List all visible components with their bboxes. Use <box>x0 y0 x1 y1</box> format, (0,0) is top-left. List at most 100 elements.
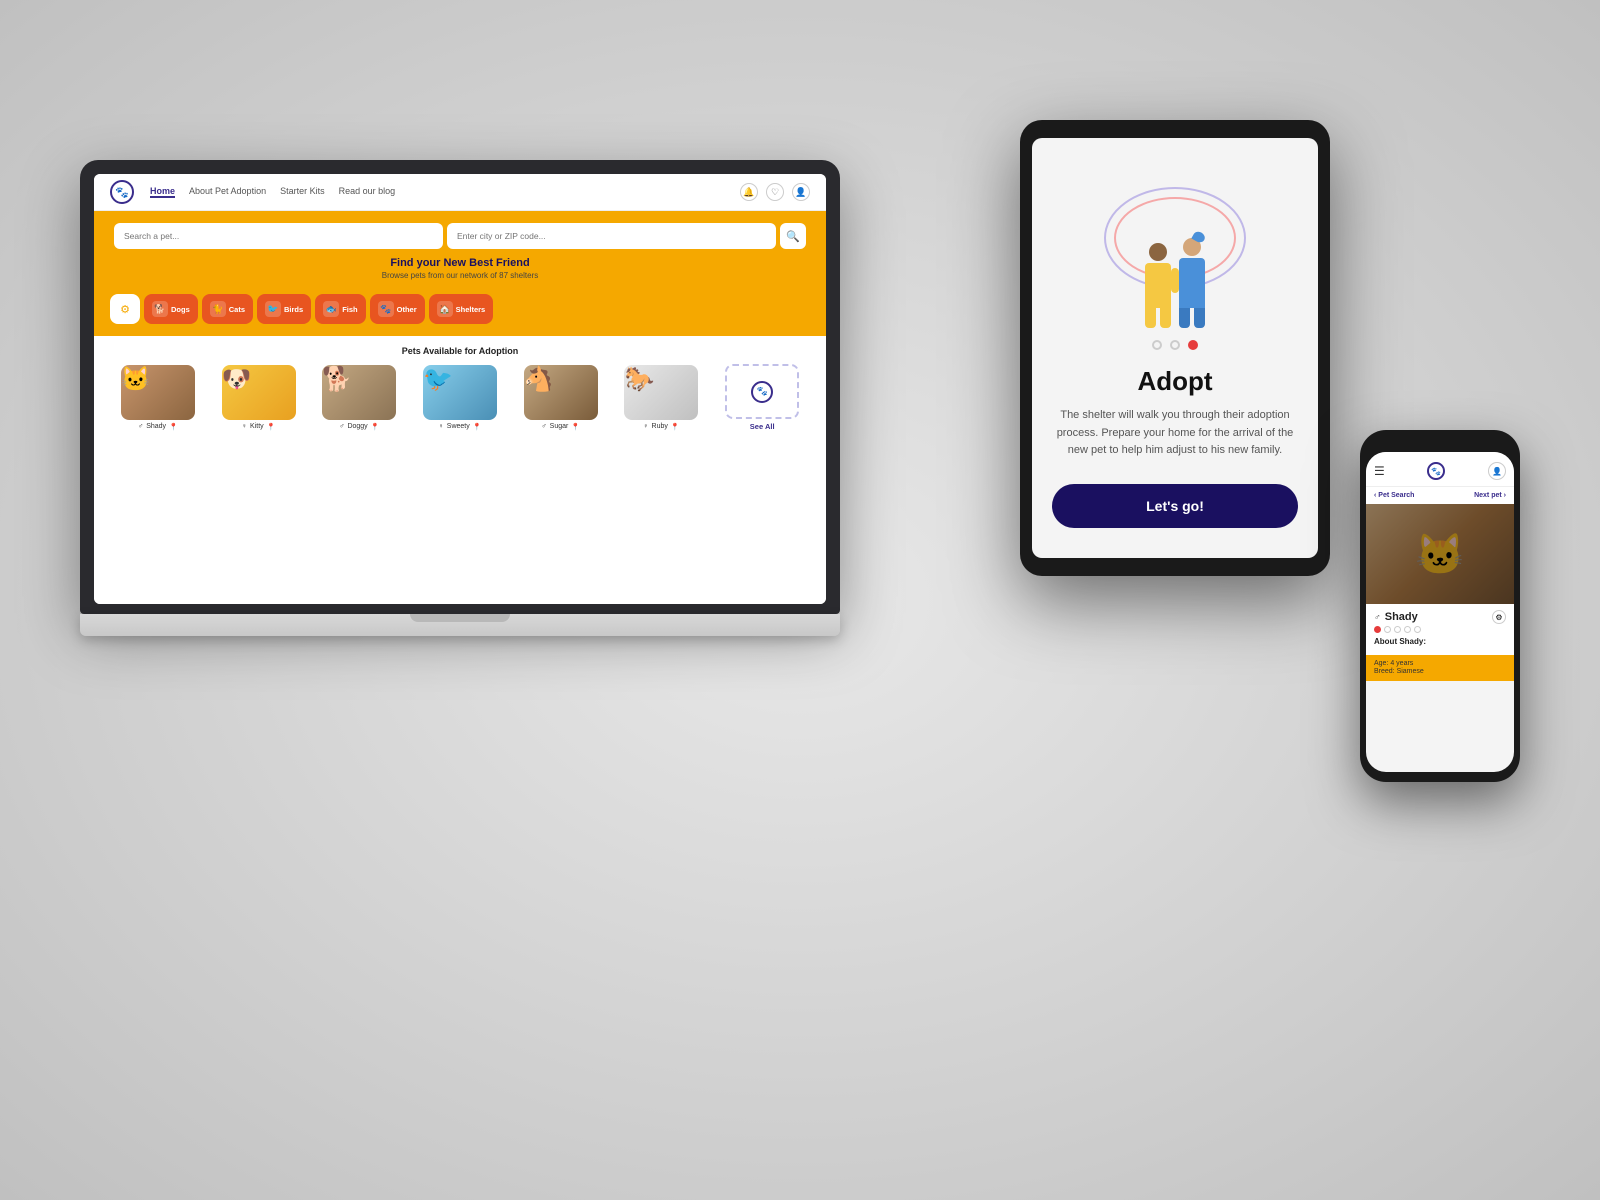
phone-screen: ☰ 🐾 👤 ‹ Pet Search Next pet › 🐱 ♂ Shady <box>1366 452 1514 772</box>
pet-location-ruby: 📍 <box>671 423 680 431</box>
website-ui: 🐾 Home About Pet Adoption Starter Kits R… <box>94 174 826 604</box>
phone-nav-row: ‹ Pet Search Next pet › <box>1366 487 1514 504</box>
next-pet-forward[interactable]: Next pet › <box>1474 492 1506 499</box>
pet-photo-kitty: 🐶 <box>222 365 296 420</box>
pet-photo-shady: 🐱 <box>121 365 195 420</box>
pet-name-label-shady: Shady <box>146 423 166 430</box>
pet-cat-silhouette: 🐱 <box>1415 531 1465 578</box>
pet-location-kitty: 📍 <box>267 423 276 431</box>
dot-1[interactable] <box>1152 340 1162 350</box>
dogs-label: Dogs <box>171 305 190 314</box>
rating-dot-2 <box>1384 626 1391 633</box>
category-other[interactable]: 🐾 Other <box>370 294 425 324</box>
pet-name-label-kitty: Kitty <box>250 423 264 430</box>
tablet-outer: Adopt The shelter will walk you through … <box>1020 120 1330 576</box>
birds-label: Birds <box>284 305 303 314</box>
phone-outer: ☰ 🐾 👤 ‹ Pet Search Next pet › 🐱 ♂ Shady <box>1360 430 1520 782</box>
pet-photo-sugar: 🐴 <box>524 365 598 420</box>
nav-blog[interactable]: Read our blog <box>339 186 396 198</box>
nav-about[interactable]: About Pet Adoption <box>189 186 266 198</box>
category-dogs[interactable]: 🐕 Dogs <box>144 294 198 324</box>
tablet-description: The shelter will walk you through their … <box>1052 407 1298 460</box>
dot-2[interactable] <box>1170 340 1180 350</box>
phone-topbar: ☰ 🐾 👤 <box>1366 452 1514 487</box>
phone-pet-breed: Breed: Siamese <box>1374 668 1506 675</box>
phone-pet-age: Age: 4 years <box>1374 660 1506 667</box>
pet-search-back[interactable]: ‹ Pet Search <box>1374 492 1414 499</box>
cats-label: Cats <box>229 305 245 314</box>
pet-name-sugar: ♂ Sugar 📍 <box>541 423 580 431</box>
shelters-label: Shelters <box>456 305 486 314</box>
pet-name-doggy: ♂ Doggy 📍 <box>339 423 379 431</box>
pet-gender-ruby: ♀ <box>643 423 648 430</box>
pet-name-label-sugar: Sugar <box>550 423 569 430</box>
laptop-screen-inner: 🐾 Home About Pet Adoption Starter Kits R… <box>94 174 826 604</box>
nav-logo: 🐾 <box>110 180 134 204</box>
location-search-input[interactable] <box>447 223 776 249</box>
laptop-base <box>80 614 840 636</box>
pet-location-sweety: 📍 <box>473 423 482 431</box>
dot-indicators <box>1152 340 1198 350</box>
pet-name-kitty: ♀ Kitty 📍 <box>242 423 276 431</box>
birds-icon: 🐦 <box>265 301 281 317</box>
hero-title: Find your New Best Friend <box>114 257 806 269</box>
category-shelters[interactable]: 🏠 Shelters <box>429 294 494 324</box>
other-icon: 🐾 <box>378 301 394 317</box>
phone-about-section: Age: 4 years Breed: Siamese <box>1366 655 1514 681</box>
pet-card-sweety[interactable]: 🐦 ♀ Sweety 📍 <box>412 365 508 431</box>
pet-location-shady: 📍 <box>169 423 178 431</box>
nav-bar: 🐾 Home About Pet Adoption Starter Kits R… <box>94 174 826 211</box>
category-birds[interactable]: 🐦 Birds <box>257 294 311 324</box>
search-button[interactable]: 🔍 <box>780 223 806 249</box>
lets-go-button[interactable]: Let's go! <box>1052 484 1298 528</box>
phone-device: ☰ 🐾 👤 ‹ Pet Search Next pet › 🐱 ♂ Shady <box>1360 430 1520 782</box>
nav-links: Home About Pet Adoption Starter Kits Rea… <box>150 186 724 198</box>
phone-user-icon[interactable]: 👤 <box>1488 462 1506 480</box>
phone-notch <box>1415 440 1465 448</box>
user-icon[interactable]: 👤 <box>792 183 810 201</box>
laptop-notch <box>410 614 510 622</box>
tablet-illustration <box>1075 168 1275 328</box>
dogs-icon: 🐕 <box>152 301 168 317</box>
hero-subtitle: Browse pets from our network of 87 shelt… <box>114 271 806 280</box>
pet-card-kitty[interactable]: 🐶 ♀ Kitty 📍 <box>211 365 307 431</box>
category-fish[interactable]: 🐟 Fish <box>315 294 365 324</box>
shelters-icon: 🏠 <box>437 301 453 317</box>
nav-icons: 🔔 ♡ 👤 <box>740 183 810 201</box>
phone-pet-name-row: ♂ Shady ⚙ <box>1374 610 1506 624</box>
figure-2 <box>1179 238 1205 328</box>
pet-card-sugar[interactable]: 🐴 ♂ Sugar 📍 <box>513 365 609 431</box>
pet-gender-shady: ♂ <box>138 423 143 430</box>
phone-logo: 🐾 <box>1427 462 1445 480</box>
pet-card-ruby[interactable]: 🐎 ♀ Ruby 📍 <box>614 365 710 431</box>
nav-starter[interactable]: Starter Kits <box>280 186 325 198</box>
see-all-label: See All <box>750 422 775 431</box>
phone-pet-name: Shady <box>1385 611 1418 623</box>
nav-home[interactable]: Home <box>150 186 175 198</box>
pet-photo-ruby: 🐎 <box>624 365 698 420</box>
pet-location-doggy: 📍 <box>371 423 380 431</box>
dot-3-active[interactable] <box>1188 340 1198 350</box>
favorites-icon[interactable]: ♡ <box>766 183 784 201</box>
see-all-card[interactable]: 🐾 See All <box>714 364 810 431</box>
notification-icon[interactable]: 🔔 <box>740 183 758 201</box>
phone-menu-icon[interactable]: ☰ <box>1374 464 1385 478</box>
pet-search-input[interactable] <box>114 223 443 249</box>
phone-ratings <box>1374 626 1506 633</box>
pet-photo-sweety: 🐦 <box>423 365 497 420</box>
laptop-device: 🐾 Home About Pet Adoption Starter Kits R… <box>80 160 840 636</box>
category-cats[interactable]: 🐈 Cats <box>202 294 253 324</box>
tablet-title: Adopt <box>1137 366 1212 397</box>
laptop-screen-outer: 🐾 Home About Pet Adoption Starter Kits R… <box>80 160 840 614</box>
pet-card-shady[interactable]: 🐱 ♂ Shady 📍 <box>110 365 206 431</box>
phone-settings-icon[interactable]: ⚙ <box>1492 610 1506 624</box>
rating-dot-3 <box>1394 626 1401 633</box>
tablet-device: Adopt The shelter will walk you through … <box>1020 120 1330 576</box>
fish-label: Fish <box>342 305 357 314</box>
other-label: Other <box>397 305 417 314</box>
see-all-box: 🐾 <box>725 364 799 419</box>
filter-button[interactable]: ⚙ <box>110 294 140 324</box>
pet-name-shady: ♂ Shady 📍 <box>138 423 178 431</box>
phone-pet-gender: ♂ <box>1374 612 1381 622</box>
pet-card-doggy[interactable]: 🐕 ♂ Doggy 📍 <box>311 365 407 431</box>
